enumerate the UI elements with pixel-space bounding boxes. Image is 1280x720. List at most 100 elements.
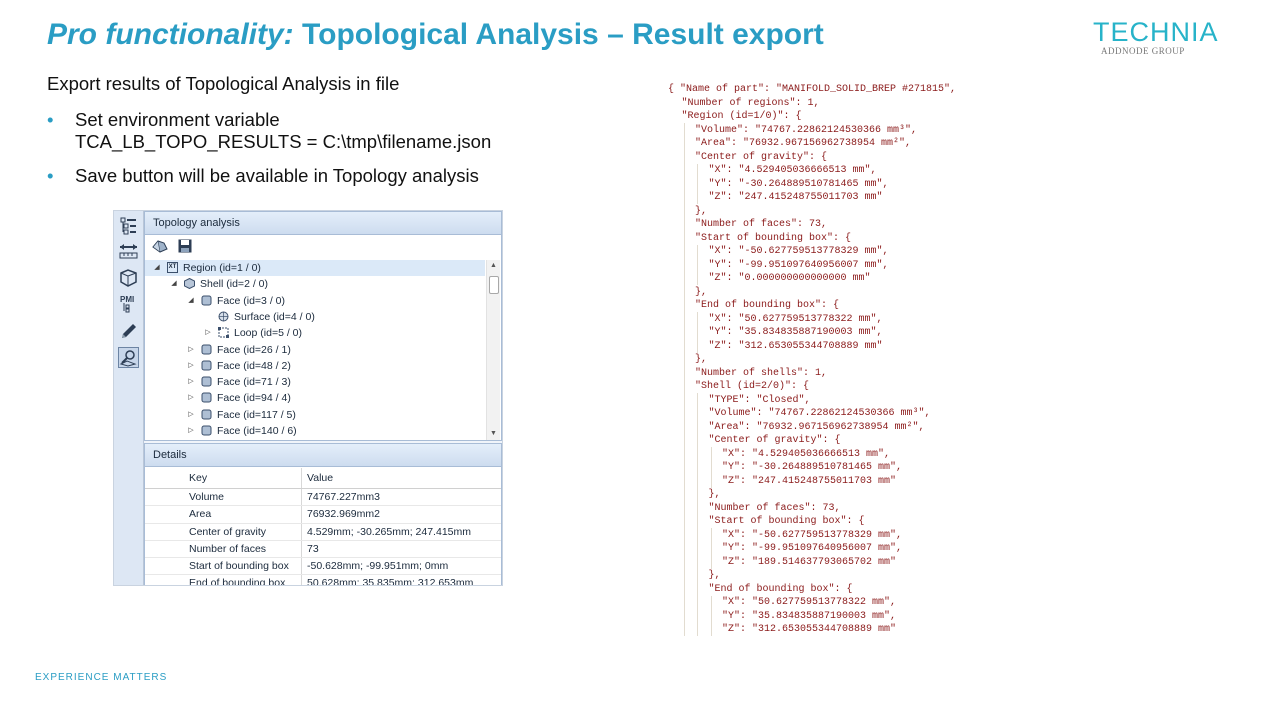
pmi-icon-text: PMI xyxy=(120,295,134,304)
tree-item[interactable]: ▷ Face (id=94 / 4) xyxy=(145,390,485,406)
face-icon xyxy=(201,392,212,403)
table-row[interactable]: Area 76932.969mm2 xyxy=(145,506,501,524)
pmi-icon[interactable]: PMI xyxy=(118,293,139,314)
json-line: "Region (id=1/0)": { xyxy=(681,111,802,122)
row-key: Area xyxy=(189,508,212,521)
panel-title: Topology analysis xyxy=(145,212,501,235)
json-line: }, xyxy=(695,205,708,217)
row-key: Number of faces xyxy=(189,542,267,555)
json-line: }, xyxy=(695,354,708,365)
tree-item-label: Loop (id=5 / 0) xyxy=(234,327,303,340)
expand-arrow-icon[interactable]: ▷ xyxy=(187,390,195,406)
json-line: }, xyxy=(708,489,721,500)
tool-rail: PMI xyxy=(114,211,144,585)
face-icon xyxy=(201,425,212,436)
analyze-icon[interactable] xyxy=(151,238,169,259)
scroll-down-arrow-icon[interactable]: ▼ xyxy=(487,428,500,440)
expand-arrow-icon[interactable]: ▷ xyxy=(187,358,195,374)
indent-guide xyxy=(697,163,698,204)
title-italic: Pro functionality: xyxy=(47,18,294,51)
json-line: }, xyxy=(695,286,708,298)
scroll-thumb[interactable] xyxy=(489,276,499,294)
table-row[interactable]: Center of gravity 4.529mm; -30.265mm; 247… xyxy=(145,524,501,541)
logo-subtitle: ADDNODE GROUP xyxy=(1101,46,1185,56)
row-key: Start of bounding box xyxy=(189,560,289,573)
topology-tree-panel: Topology analysis ◢ XT Region (id=1 / 0) ◢ S… xyxy=(144,211,502,441)
json-line: "X": "4.529405036666513 mm", xyxy=(708,165,877,176)
json-line: "Area": "76932.967156962738954 mm²", xyxy=(708,421,925,433)
column-header-key[interactable]: Key xyxy=(189,468,207,488)
logo-word: TECHNIA xyxy=(1093,17,1219,47)
table-row[interactable]: End of bounding box 50.628mm; 35.835mm; 3… xyxy=(145,575,501,586)
tree-scrollbar[interactable]: ▲ ▼ xyxy=(486,260,500,440)
row-value: 74767.227mm3 xyxy=(307,491,380,503)
tree-item-label: Face (id=94 / 4) xyxy=(217,392,291,405)
save-icon[interactable] xyxy=(177,238,193,259)
row-value: 76932.969mm2 xyxy=(307,508,380,521)
tree-item[interactable]: ▷ Face (id=117 / 5) xyxy=(145,407,485,423)
tree-item-label: Face (id=48 / 2) xyxy=(217,359,291,372)
expand-arrow-icon[interactable]: ▷ xyxy=(187,423,195,439)
tree-item[interactable]: ◢ Shell (id=2 / 0) xyxy=(145,276,485,292)
details-panel: Details Key Value Volume 74767.227mm3 Area… xyxy=(144,443,502,586)
tree-item-label: Surface (id=4 / 0) xyxy=(234,310,315,323)
table-row[interactable]: Start of bounding box -50.628mm; -99.951m… xyxy=(145,558,501,576)
tree-item[interactable]: Surface (id=4 / 0) xyxy=(145,309,485,325)
json-line: "Volume": "74767.22862124530366 mm³", xyxy=(708,408,931,419)
tree-item-label: Face (id=3 / 0) xyxy=(217,294,285,307)
json-line: "End of bounding box": { xyxy=(695,300,840,311)
row-value: -50.628mm; -99.951mm; 0mm xyxy=(307,560,449,573)
expand-arrow-icon[interactable]: ▷ xyxy=(204,325,212,341)
bullet-line: Set environment variable xyxy=(75,109,280,130)
bullet-dot: • xyxy=(47,109,54,130)
bullet-dot: • xyxy=(47,165,54,186)
structure-tree-icon[interactable] xyxy=(118,215,139,236)
json-line: "Number of faces": 73, xyxy=(695,219,828,230)
bullet-item: • Set environment variable TCA_LB_TOPO_R… xyxy=(47,109,491,153)
table-row[interactable]: Number of faces 73 xyxy=(145,541,501,559)
tree-item[interactable]: ▷ Face (id=140 / 6) xyxy=(145,423,485,439)
slide-title: Pro functionality: Topological Analysis … xyxy=(47,18,824,52)
expand-arrow-icon[interactable]: ▷ xyxy=(187,374,195,390)
table-row[interactable]: Volume 74767.227mm3 xyxy=(145,489,501,507)
scroll-up-arrow-icon[interactable]: ▲ xyxy=(487,260,500,272)
region-icon: XT xyxy=(167,262,178,273)
bullet-line: TCA_LB_TOPO_RESULTS = C:\tmp\filename.js… xyxy=(75,131,492,152)
row-key: End of bounding box xyxy=(189,577,286,586)
tree-item[interactable]: ▷ Face (id=48 / 2) xyxy=(145,358,485,374)
collapse-arrow-icon[interactable]: ◢ xyxy=(187,293,195,309)
json-line: "Center of gravity": { xyxy=(695,151,828,163)
face-icon xyxy=(201,344,212,355)
topology-analysis-icon[interactable] xyxy=(118,347,139,368)
part-icon[interactable] xyxy=(118,267,139,288)
tree-item-label: Region (id=1 / 0) xyxy=(183,262,261,274)
json-line: "X": "50.627759513778322 mm", xyxy=(708,313,883,325)
footer-tagline: EXPERIENCE MATTERS xyxy=(35,672,168,683)
bullet-line: Save button will be available in Topolog… xyxy=(75,165,479,186)
tree-item[interactable]: ▷ Face (id=71 / 3) xyxy=(145,374,485,390)
tree-item[interactable]: ◢ XT Region (id=1 / 0) xyxy=(145,260,485,276)
json-line: "Area": "76932.967156962738954 mm²", xyxy=(695,138,912,149)
json-line: "Z": "247.415248755011703 mm" xyxy=(708,192,883,203)
json-line: "Center of gravity": { xyxy=(708,435,841,446)
json-line: "Z": "312.653055344708889 mm" xyxy=(708,340,883,352)
pencil-icon[interactable] xyxy=(118,321,139,342)
collapse-arrow-icon[interactable]: ◢ xyxy=(170,276,178,292)
tree-item[interactable]: ▷ Face (id=26 / 1) xyxy=(145,342,485,358)
expand-arrow-icon[interactable]: ▷ xyxy=(187,342,195,358)
column-header-value[interactable]: Value xyxy=(307,468,333,488)
row-value: 4.529mm; -30.265mm; 247.415mm xyxy=(307,525,471,538)
json-line: "Y": "35.834835887190003 mm", xyxy=(708,327,883,338)
tree-item[interactable]: ◢ Face (id=3 / 0) xyxy=(145,293,485,309)
collapse-arrow-icon[interactable]: ◢ xyxy=(153,260,161,276)
json-line: "Z": "0.000000000000000 mm" xyxy=(708,273,871,284)
expand-arrow-icon[interactable]: ▷ xyxy=(187,407,195,423)
bullet-list: • Set environment variable TCA_LB_TOPO_R… xyxy=(47,109,491,199)
json-line: "Number of faces": 73, xyxy=(708,502,841,514)
json-line: "Start of bounding box": { xyxy=(695,232,852,244)
details-title: Details xyxy=(145,444,501,467)
tree-item-label: Shell (id=2 / 0) xyxy=(200,278,268,291)
tree-item[interactable]: ▷ Loop (id=5 / 0) xyxy=(145,325,485,341)
json-line: "Y": "-30.264889510781465 mm", xyxy=(708,178,889,190)
measure-icon[interactable] xyxy=(118,241,139,262)
